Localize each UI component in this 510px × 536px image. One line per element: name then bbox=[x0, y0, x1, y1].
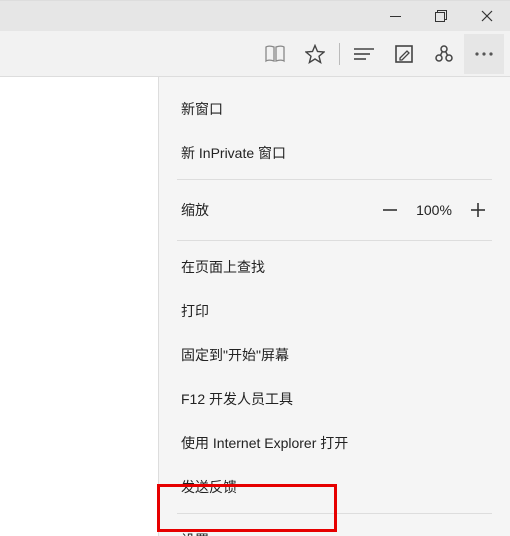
reading-view-button[interactable] bbox=[255, 34, 295, 74]
menu-feedback[interactable]: 发送反馈 bbox=[159, 465, 510, 509]
close-icon bbox=[481, 10, 493, 22]
menu-separator bbox=[177, 240, 492, 241]
menu-settings[interactable]: 设置 bbox=[159, 518, 510, 536]
menu-separator bbox=[177, 513, 492, 514]
minimize-button[interactable] bbox=[372, 1, 418, 31]
minimize-icon bbox=[390, 11, 401, 22]
browser-toolbar bbox=[0, 31, 510, 77]
menu-open-ie[interactable]: 使用 Internet Explorer 打开 bbox=[159, 421, 510, 465]
zoom-value: 100% bbox=[408, 202, 460, 218]
window-titlebar bbox=[0, 1, 510, 31]
web-note-button[interactable] bbox=[384, 34, 424, 74]
menu-pin-start[interactable]: 固定到"开始"屏幕 bbox=[159, 333, 510, 377]
reading-view-icon bbox=[265, 45, 285, 63]
restore-icon bbox=[435, 10, 447, 22]
more-menu: 新窗口 新 InPrivate 窗口 缩放 100% 在页面上查找 打印 固定到… bbox=[158, 77, 510, 536]
favorites-button[interactable] bbox=[295, 34, 335, 74]
maximize-button[interactable] bbox=[418, 1, 464, 31]
menu-new-window[interactable]: 新窗口 bbox=[159, 87, 510, 131]
web-note-icon bbox=[395, 45, 413, 63]
share-button[interactable] bbox=[424, 34, 464, 74]
menu-zoom-row: 缩放 100% bbox=[159, 184, 510, 236]
menu-find[interactable]: 在页面上查找 bbox=[159, 245, 510, 289]
hub-button[interactable] bbox=[344, 34, 384, 74]
minus-icon bbox=[381, 201, 399, 219]
plus-icon bbox=[469, 201, 487, 219]
zoom-label: 缩放 bbox=[181, 200, 372, 220]
star-icon bbox=[305, 44, 325, 64]
menu-devtools[interactable]: F12 开发人员工具 bbox=[159, 377, 510, 421]
browser-window: 新窗口 新 InPrivate 窗口 缩放 100% 在页面上查找 打印 固定到… bbox=[0, 0, 510, 536]
hub-icon bbox=[354, 47, 374, 61]
zoom-in-button[interactable] bbox=[460, 192, 496, 228]
close-button[interactable] bbox=[464, 1, 510, 31]
more-icon bbox=[474, 52, 494, 56]
share-icon bbox=[434, 44, 454, 64]
menu-separator bbox=[177, 179, 492, 180]
menu-print[interactable]: 打印 bbox=[159, 289, 510, 333]
menu-new-inprivate[interactable]: 新 InPrivate 窗口 bbox=[159, 131, 510, 175]
toolbar-separator bbox=[339, 43, 340, 65]
more-button[interactable] bbox=[464, 34, 504, 74]
zoom-out-button[interactable] bbox=[372, 192, 408, 228]
